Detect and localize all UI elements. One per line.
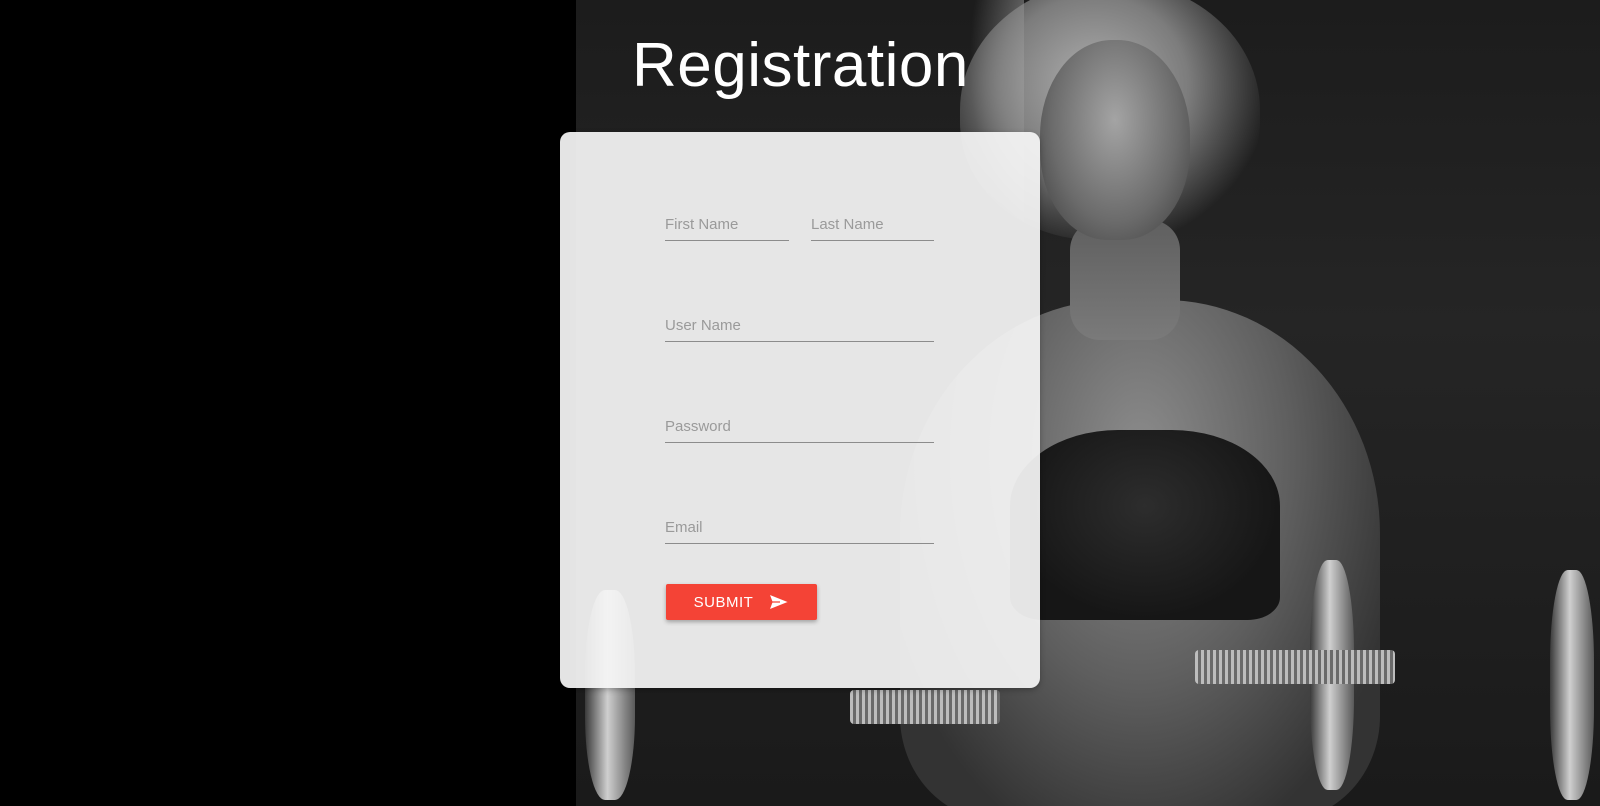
email-input[interactable] [665,511,934,543]
first-name-field [665,208,789,241]
left-panel [0,0,576,806]
send-icon [769,594,790,610]
submit-button-label: SUBMIT [693,593,754,611]
submit-button[interactable]: SUBMIT [666,584,817,620]
background-figure-top [1010,430,1280,620]
registration-form: SUBMIT [560,132,1040,688]
user-name-input[interactable] [665,309,934,341]
background-figure-face [1040,40,1190,240]
page-title: Registration [632,31,969,100]
password-field [665,410,934,443]
dumbbell-bar [850,690,1000,724]
page-root: Registration SUBMIT [0,0,1600,806]
last-name-input[interactable] [811,208,934,240]
email-field [665,511,934,544]
dumbbell-plate [1550,570,1594,800]
first-name-input[interactable] [665,208,789,240]
last-name-field [811,208,934,241]
password-input[interactable] [665,410,934,442]
dumbbell-bar [1195,650,1395,684]
user-name-field [665,309,934,342]
